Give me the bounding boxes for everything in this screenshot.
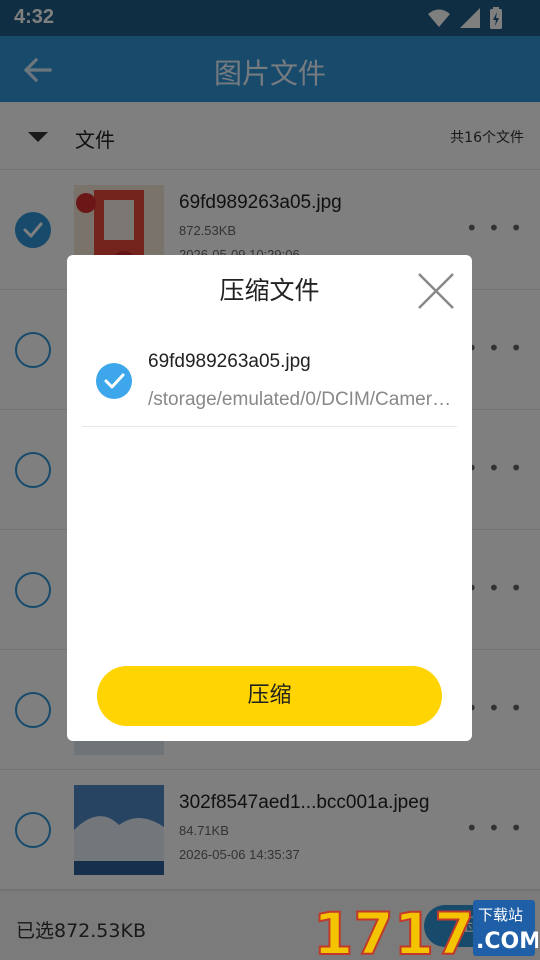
- close-icon[interactable]: [416, 271, 456, 311]
- dialog-file-row[interactable]: 69fd989263a05.jpg /storage/emulated/0/DC…: [82, 325, 458, 427]
- dialog-file-path: /storage/emulated/0/DCIM/Camera/69fd9892…: [148, 389, 458, 410]
- watermark-line2: .COM: [476, 929, 538, 954]
- dialog-file-name: 69fd989263a05.jpg: [148, 351, 311, 372]
- compress-dialog: 压缩文件 69fd989263a05.jpg /storage/emulated…: [67, 255, 472, 741]
- dialog-compress-button[interactable]: 压缩: [97, 666, 442, 726]
- dialog-file-checkbox[interactable]: [96, 363, 132, 399]
- dialog-title: 压缩文件: [219, 276, 320, 305]
- checkmark-icon: [104, 373, 125, 389]
- watermark-logo: 17178 下载站 .COM: [313, 899, 538, 960]
- watermark-line1: 下载站: [478, 906, 523, 924]
